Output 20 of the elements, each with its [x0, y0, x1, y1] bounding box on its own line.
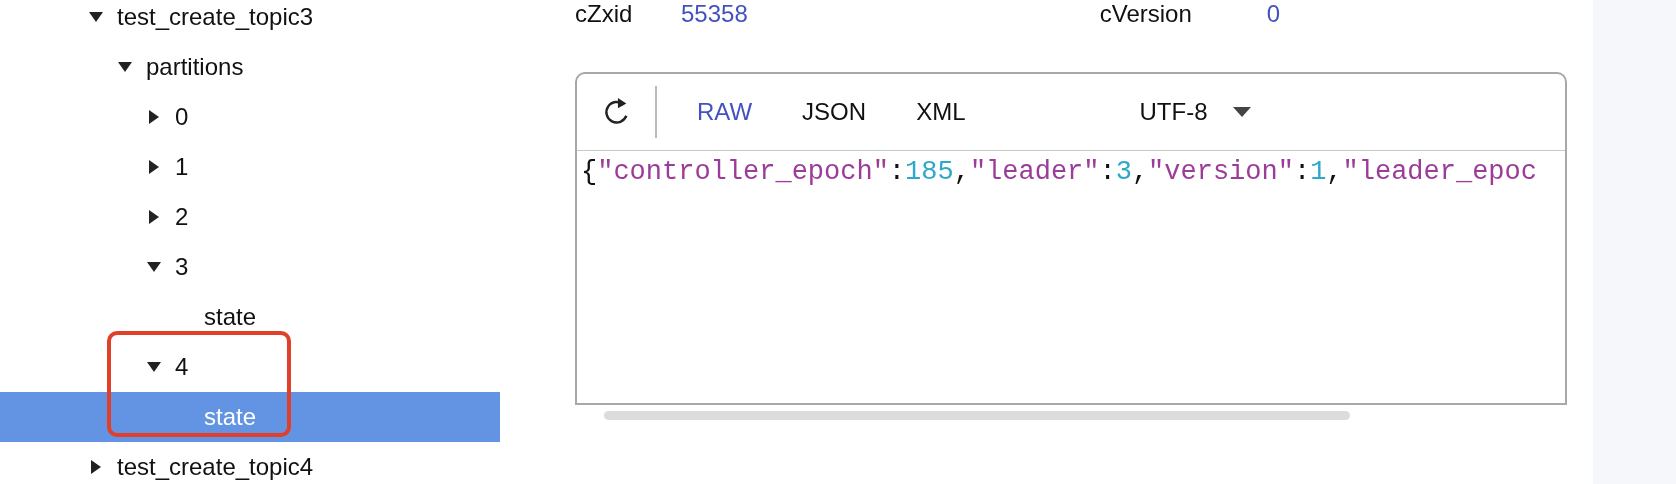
- raw-data-text: {"controller_epoch":185,"leader":3,"version":1,"leader_epoc: [580, 156, 1538, 187]
- dropdown-caret-icon[interactable]: [1233, 106, 1252, 118]
- format-tab[interactable]: JSON: [802, 98, 867, 126]
- tree-item[interactable]: 4: [0, 342, 500, 392]
- tree-item[interactable]: test_create_topic4: [0, 442, 500, 484]
- property-value: 0: [1266, 0, 1281, 28]
- property-label: cVersion: [1099, 0, 1193, 28]
- format-tab[interactable]: XML: [916, 98, 966, 126]
- tree-item[interactable]: partitions: [0, 42, 500, 92]
- encoding-dropdown[interactable]: UTF-8: [1139, 98, 1208, 126]
- tree-item[interactable]: 1: [0, 142, 500, 192]
- property-value: 55358: [681, 0, 748, 28]
- tree-item[interactable]: test_create_topic3: [0, 0, 500, 42]
- format-tab[interactable]: RAW: [697, 98, 753, 126]
- tree-item[interactable]: 0: [0, 92, 500, 142]
- tree-item[interactable]: 3: [0, 242, 500, 292]
- tree-item[interactable]: state: [0, 292, 500, 342]
- tree-item[interactable]: 2: [0, 192, 500, 242]
- property-label: cZxid: [575, 0, 634, 28]
- horizontal-scrollbar[interactable]: [604, 411, 1350, 420]
